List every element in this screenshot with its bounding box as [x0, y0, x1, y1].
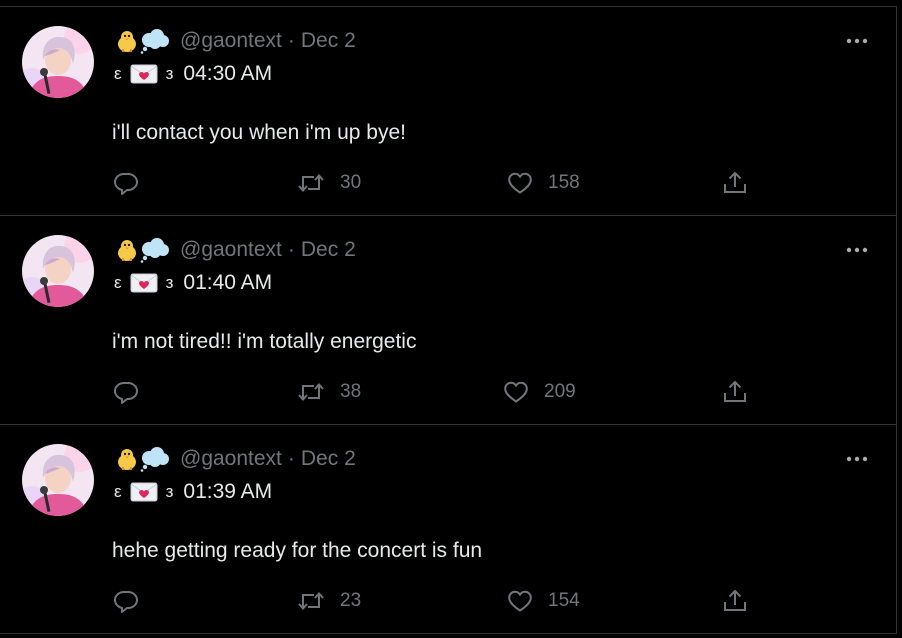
- avatar[interactable]: [22, 444, 94, 516]
- tweet-header: @gaontext · Dec 2: [114, 235, 356, 265]
- tweet-timeline: @gaontext · Dec 2 ε з 04:30 AM i'll cont…: [0, 6, 897, 634]
- love-letter-icon: [130, 273, 158, 293]
- bracket-right: з: [165, 273, 174, 292]
- more-icon: [846, 247, 868, 253]
- display-name-emojis[interactable]: [114, 446, 170, 472]
- more-options-button[interactable]: [844, 449, 870, 469]
- handle[interactable]: @gaontext: [180, 238, 282, 262]
- tweet-time: 01:40 AM: [183, 271, 273, 294]
- tweet-time: 01:39 AM: [183, 480, 273, 503]
- tweet[interactable]: @gaontext · Dec 2 ε з 04:30 AM i'll cont…: [0, 7, 896, 216]
- tweet-time-line: ε з 01:40 AM: [114, 269, 272, 297]
- like-button[interactable]: 158: [506, 168, 580, 198]
- like-count: 209: [544, 381, 576, 402]
- heart-icon: [508, 590, 532, 612]
- share-button[interactable]: [721, 377, 749, 407]
- bracket-left: ε: [114, 482, 122, 501]
- separator: ·: [287, 447, 295, 470]
- tweet-actions: 30 158: [112, 168, 752, 198]
- reply-button[interactable]: [112, 586, 140, 616]
- display-name-emojis[interactable]: [114, 28, 170, 54]
- retweet-count: 38: [340, 381, 362, 402]
- handle[interactable]: @gaontext: [180, 29, 282, 53]
- retweet-button[interactable]: 38: [296, 377, 361, 407]
- like-count: 158: [548, 172, 580, 193]
- avatar-image: [22, 235, 94, 307]
- share-icon: [724, 589, 746, 611]
- display-name-emojis[interactable]: [114, 237, 170, 263]
- reply-icon: [114, 591, 138, 613]
- retweet-icon: [298, 382, 324, 402]
- thought-balloon-icon: [140, 238, 169, 263]
- reply-icon: [114, 382, 138, 404]
- bracket-left: ε: [114, 273, 122, 292]
- retweet-icon: [298, 173, 324, 193]
- retweet-count: 23: [340, 590, 362, 611]
- thought-balloon-icon: [140, 29, 169, 54]
- separator: ·: [287, 238, 295, 261]
- retweet-count: 30: [340, 172, 362, 193]
- tweet-date[interactable]: Dec 2: [301, 447, 356, 471]
- tweet-date[interactable]: Dec 2: [301, 238, 356, 262]
- tweet[interactable]: @gaontext · Dec 2 ε з 01:40 AM i'm not t…: [0, 216, 896, 425]
- more-options-button[interactable]: [844, 240, 870, 260]
- tweet-header: @gaontext · Dec 2: [114, 26, 356, 56]
- like-button[interactable]: 154: [506, 586, 580, 616]
- share-button[interactable]: [721, 168, 749, 198]
- share-icon: [724, 380, 746, 402]
- retweet-button[interactable]: 30: [296, 168, 361, 198]
- tweet-time-line: ε з 01:39 AM: [114, 478, 272, 506]
- retweet-icon: [298, 591, 324, 611]
- baby-chick-icon: [118, 449, 136, 470]
- bracket-right: з: [165, 482, 174, 501]
- bracket-right: з: [165, 64, 174, 83]
- love-letter-icon: [130, 64, 158, 84]
- heart-icon: [508, 172, 532, 194]
- more-icon: [846, 456, 868, 462]
- baby-chick-icon: [118, 240, 136, 261]
- tweet-date[interactable]: Dec 2: [301, 29, 356, 53]
- bracket-left: ε: [114, 64, 122, 83]
- avatar[interactable]: [22, 235, 94, 307]
- like-count: 154: [548, 590, 580, 611]
- reply-button[interactable]: [112, 377, 140, 407]
- tweet-text: hehe getting ready for the concert is fu…: [112, 539, 483, 562]
- share-button[interactable]: [721, 586, 749, 616]
- tweet[interactable]: @gaontext · Dec 2 ε з 01:39 AM hehe gett…: [0, 425, 896, 634]
- more-options-button[interactable]: [844, 31, 870, 51]
- love-letter-icon: [130, 482, 158, 502]
- avatar-image: [22, 26, 94, 98]
- tweet-text: i'll contact you when i'm up bye!: [112, 121, 406, 144]
- like-button[interactable]: 209: [502, 377, 576, 407]
- heart-icon: [504, 381, 528, 403]
- avatar[interactable]: [22, 26, 94, 98]
- retweet-button[interactable]: 23: [296, 586, 361, 616]
- share-icon: [724, 171, 746, 193]
- tweet-time-line: ε з 04:30 AM: [114, 60, 272, 88]
- tweet-actions: 23 154: [112, 586, 752, 616]
- baby-chick-icon: [118, 31, 136, 52]
- reply-button[interactable]: [112, 168, 140, 198]
- separator: ·: [287, 29, 295, 52]
- avatar-image: [22, 444, 94, 516]
- tweet-actions: 38 209: [112, 377, 752, 407]
- tweet-text: i'm not tired!! i'm totally energetic: [112, 330, 417, 353]
- handle[interactable]: @gaontext: [180, 447, 282, 471]
- more-icon: [846, 38, 868, 44]
- reply-icon: [114, 173, 138, 195]
- tweet-time: 04:30 AM: [183, 62, 273, 85]
- thought-balloon-icon: [140, 447, 169, 472]
- tweet-header: @gaontext · Dec 2: [114, 444, 356, 474]
